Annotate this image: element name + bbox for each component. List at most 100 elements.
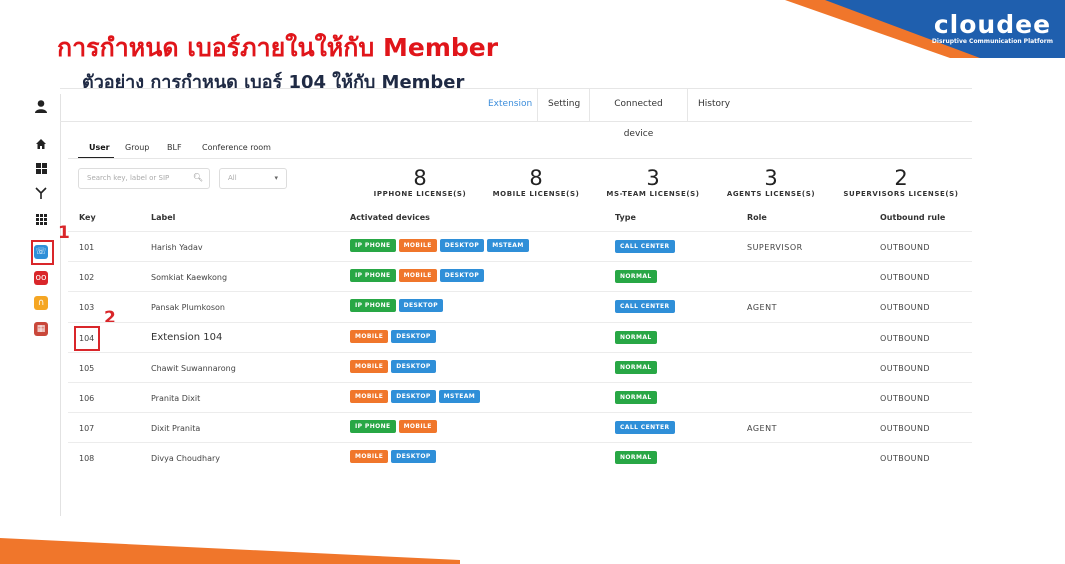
row-key: 108: [79, 454, 95, 464]
search-input[interactable]: Search key, label or SIP 🔍︎: [78, 168, 210, 189]
search-placeholder: Search key, label or SIP: [87, 174, 170, 182]
tab-setting[interactable]: Setting: [538, 89, 590, 121]
device-badge: IP PHONE: [350, 420, 396, 434]
row-outbound-rule: OUTBOUND: [880, 333, 930, 343]
type-badge: NORMAL: [615, 391, 657, 404]
header-label: Label: [151, 213, 176, 222]
row-role: SUPERVISOR: [747, 243, 803, 252]
row-label: Pranita Dixit: [151, 394, 201, 403]
headset-icon[interactable]: ∩: [33, 295, 49, 311]
activated-devices: IP PHONE MOBILE: [350, 420, 440, 434]
filter-select[interactable]: All ▾: [219, 168, 287, 189]
device-badge: MSTEAM: [438, 390, 481, 403]
sidebar: ☏ oo ∩ ▦: [22, 94, 61, 516]
table-row[interactable]: 108 Divya Choudhary MOBILE DESKTOP NORMAL OUT…: [68, 442, 972, 473]
activated-devices: IP PHONE MOBILE DESKTOP: [350, 269, 487, 283]
device-badge: DESKTOP: [391, 329, 436, 343]
row-outbound-rule: OUTBOUND: [880, 363, 930, 373]
row-label: Somkiat Kaewkong: [151, 273, 228, 283]
row-role: AGENT: [747, 424, 777, 434]
type-cell: CALL CENTER: [615, 300, 678, 314]
activated-devices: MOBILE DESKTOP MSTEAM: [350, 390, 483, 403]
device-badge: DESKTOP: [391, 390, 436, 403]
device-badge: DESKTOP: [391, 359, 436, 373]
device-badge: MOBILE: [398, 239, 437, 252]
table-row[interactable]: 102 Somkiat Kaewkong IP PHONE MOBILE DESKTOP…: [68, 261, 972, 292]
activated-devices: IP PHONE MOBILE DESKTOP MSTEAM: [350, 239, 532, 252]
activated-devices: MOBILE DESKTOP: [350, 450, 439, 464]
header-role: Role: [747, 213, 767, 222]
row-label: Extension 104: [151, 331, 223, 343]
tab-history[interactable]: History: [688, 89, 740, 121]
row-outbound-rule: OUTBOUND: [880, 424, 930, 434]
subtab-user[interactable]: User: [89, 143, 110, 157]
device-badge: DESKTOP: [391, 450, 436, 464]
header-key: Key: [79, 213, 96, 222]
type-cell: NORMAL: [615, 360, 660, 374]
license-count: 3: [764, 166, 778, 190]
subtab-blf[interactable]: BLF: [167, 143, 182, 157]
table-row[interactable]: 103 Pansak Plumkoson IP PHONE DESKTOP CALL C…: [68, 291, 972, 322]
device-badge: IP PHONE: [350, 299, 396, 313]
search-icon: 🔍︎: [192, 173, 203, 182]
type-badge: NORMAL: [615, 330, 657, 344]
row-key: 105: [79, 363, 95, 373]
activated-devices: IP PHONE DESKTOP: [350, 299, 446, 313]
row-outbound-rule: OUTBOUND: [880, 303, 930, 313]
row-outbound-rule: OUTBOUND: [880, 394, 930, 403]
routing-icon[interactable]: [33, 185, 49, 201]
home-icon[interactable]: [33, 136, 49, 152]
row-label: Divya Choudhary: [151, 454, 220, 464]
device-badge: DESKTOP: [398, 299, 444, 313]
type-cell: NORMAL: [615, 391, 660, 404]
filter-value: All: [228, 174, 237, 182]
device-badge: DESKTOP: [439, 239, 485, 252]
subtab-divider: [68, 158, 972, 159]
subtab-conference-room[interactable]: Conference room: [202, 143, 271, 157]
table-row[interactable]: 101 Harish Yadav IP PHONE MOBILE DESKTOP MSTE…: [68, 231, 972, 262]
row-label: Chawit Suwannarong: [151, 363, 236, 373]
cloudee-logo: cloudee Disruptive Communication Platfor…: [932, 10, 1053, 46]
device-badge: DESKTOP: [439, 269, 485, 283]
table-row[interactable]: 106 Pranita Dixit MOBILE DESKTOP MSTEAM NORMA…: [68, 382, 972, 413]
row-key: 101: [79, 243, 95, 252]
license-label: SUPERVISORS LICENSE(S): [843, 190, 959, 198]
row-label: Dixit Pranita: [151, 424, 201, 434]
type-badge: NORMAL: [615, 270, 657, 284]
type-badge: CALL CENTER: [615, 300, 675, 314]
table-row[interactable]: 105 Chawit Suwannarong MOBILE DESKTOP NORMAL…: [68, 351, 972, 383]
license-supervisors: 2 SUPERVISORS LICENSE(S): [831, 166, 971, 198]
header-activated-devices: Activated devices: [350, 213, 430, 222]
logo-name: cloudee: [933, 10, 1052, 39]
device-badge: MOBILE: [398, 420, 437, 434]
subtab-group[interactable]: Group: [125, 143, 149, 157]
type-badge: NORMAL: [615, 360, 657, 374]
device-badge: MOBILE: [350, 359, 389, 373]
license-count: 2: [894, 166, 908, 190]
voicemail-icon[interactable]: oo: [33, 270, 49, 286]
calendar-icon[interactable]: ▦: [33, 321, 49, 337]
sidebar-highlight-box: [31, 240, 54, 265]
tab-connected-device[interactable]: Connected device: [590, 89, 688, 139]
device-badge: IP PHONE: [350, 239, 396, 252]
header-type: Type: [615, 213, 636, 222]
apps-icon[interactable]: [33, 211, 49, 227]
row-key: 103: [79, 303, 95, 313]
type-cell: NORMAL: [615, 451, 660, 465]
table-row[interactable]: 107 Dixit Pranita IP PHONE MOBILE CALL CENTE…: [68, 412, 972, 443]
grid-icon[interactable]: [33, 160, 49, 176]
row-key: 107: [79, 424, 95, 434]
type-cell: NORMAL: [615, 270, 660, 284]
type-badge: NORMAL: [615, 451, 657, 465]
activated-devices: MOBILE DESKTOP: [350, 329, 439, 343]
footer-decoration: [0, 538, 460, 564]
row-label: Pansak Plumkoson: [151, 303, 225, 313]
user-icon[interactable]: [33, 98, 49, 114]
slide-title: การกำหนด เบอร์ภายในให้กับ Member: [57, 33, 499, 62]
table-row[interactable]: 104 Extension 104 MOBILE DESKTOP NORMAL OUTBO…: [68, 321, 972, 353]
tab-extension[interactable]: Extension: [478, 89, 538, 121]
top-navigation: Extension Setting Connected device Histo…: [60, 88, 972, 139]
device-badge: IP PHONE: [350, 269, 396, 283]
type-cell: CALL CENTER: [615, 421, 678, 435]
row-key: 104: [79, 333, 95, 343]
